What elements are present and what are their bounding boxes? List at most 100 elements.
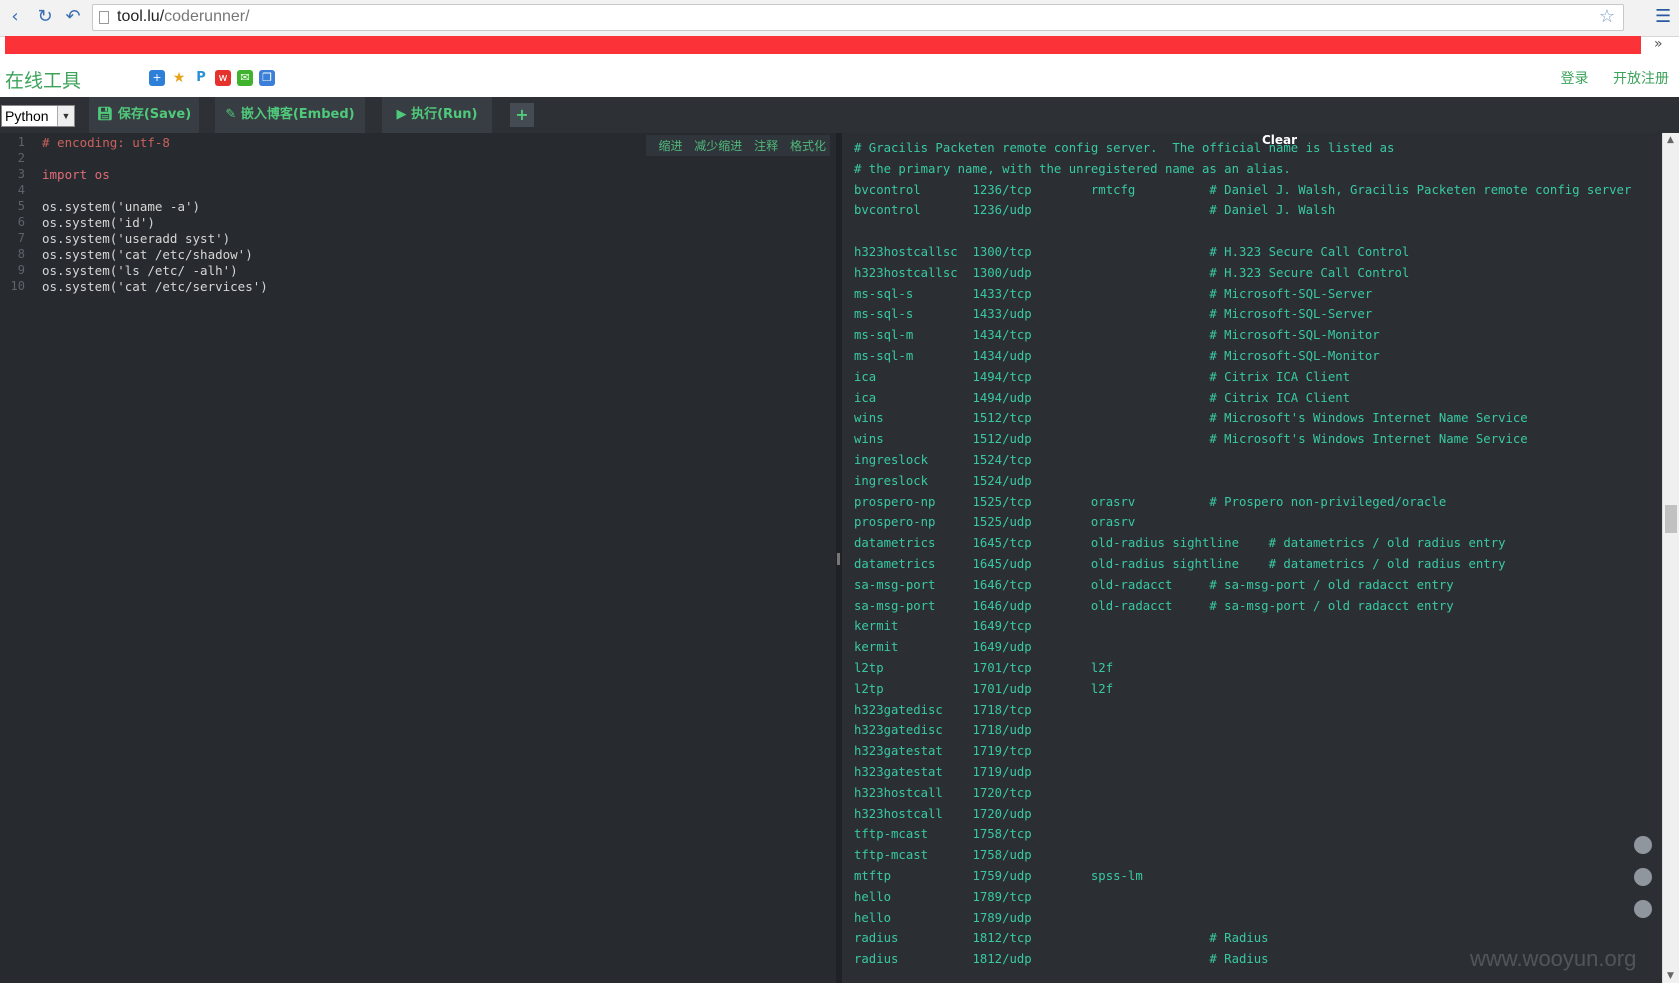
run-button[interactable]: ▶ 执行(Run) — [382, 97, 492, 133]
output-line: hello 1789/tcp — [854, 889, 1032, 904]
undo-icon[interactable]: ↶ — [62, 6, 84, 28]
page-icon — [99, 11, 109, 24]
embed-label: 嵌入博客(Embed) — [240, 107, 355, 122]
output-scrollbar[interactable]: ▲ ▼ — [1662, 133, 1679, 983]
code-line[interactable]: os.system('uname -a') — [42, 199, 200, 214]
output-line: h323hostcall 1720/udp — [854, 806, 1032, 821]
output-line: ms-sql-m 1434/udp # Microsoft-SQL-Monito… — [854, 349, 1380, 363]
url-host: tool.lu/ — [117, 8, 165, 25]
line-number: 3 — [17, 167, 25, 181]
code-editor[interactable]: 1 2 3 4 5 6 7 8 9 10 # encoding: utf-8 i… — [0, 133, 836, 983]
header-links: 登录 开放注册 — [1541, 68, 1669, 88]
play-icon: ▶ — [396, 107, 412, 122]
code-line[interactable]: os.system('cat /etc/shadow') — [42, 247, 253, 262]
login-link[interactable]: 登录 — [1561, 71, 1589, 87]
floating-share-icons — [1634, 836, 1654, 932]
code-line[interactable]: os.system('useradd syst') — [42, 231, 230, 246]
register-link[interactable]: 开放注册 — [1613, 71, 1669, 87]
clear-button[interactable]: Clear — [1262, 133, 1297, 147]
output-line: kermit 1649/udp — [854, 640, 1032, 655]
back-icon[interactable]: ‹ — [4, 6, 26, 28]
divider-grip[interactable] — [837, 553, 840, 565]
save-icon: 💾︎ — [96, 107, 118, 122]
line-number: 4 — [17, 183, 25, 197]
output-line: h323hostcall 1720/tcp — [854, 785, 1032, 800]
code-line[interactable]: import os — [42, 167, 110, 182]
output-line: h323gatestat 1719/udp — [854, 765, 1032, 779]
format-button[interactable]: 格式化 — [790, 139, 826, 153]
output-line: l2tp 1701/tcp l2f — [854, 661, 1114, 675]
output-line: ms-sql-s 1433/udp # Microsoft-SQL-Server — [854, 307, 1373, 322]
share-p-icon[interactable]: P — [193, 70, 209, 86]
output-line: h323hostcallsc 1300/tcp # H.323 Secure C… — [854, 245, 1410, 259]
code-line[interactable]: os.system('id') — [42, 215, 155, 230]
embed-button[interactable]: ✎ 嵌入博客(Embed) — [215, 97, 365, 133]
output-line: bvcontrol 1236/tcp rmtcfg # Daniel J. Wa… — [854, 182, 1632, 197]
weibo-icon[interactable]: w — [215, 70, 231, 86]
scroll-up-icon[interactable]: ▲ — [1667, 135, 1674, 145]
output-line: ica 1494/tcp # Citrix ICA Client — [854, 369, 1351, 384]
wechat-icon[interactable]: ✉ — [237, 70, 253, 86]
language-select[interactable]: Python ▼ — [1, 105, 75, 127]
output-line: kermit 1649/tcp — [854, 619, 1032, 634]
github-icon[interactable] — [1634, 900, 1652, 918]
scroll-thumb[interactable] — [1665, 505, 1677, 533]
output-line: mtftp 1759/udp spss-lm — [854, 869, 1143, 883]
output-line: tftp-mcast 1758/tcp — [854, 827, 1032, 842]
output-line: sa-msg-port 1646/udp old-radacct # sa-ms… — [854, 598, 1454, 613]
weibo-float-icon[interactable] — [1634, 868, 1652, 886]
chevron-down-icon[interactable]: ▼ — [57, 106, 74, 126]
output-line: wins 1512/udp # Microsoft's Windows Inte… — [854, 432, 1528, 447]
url-text: tool.lu/coderunner/ — [117, 8, 250, 26]
line-number: 10 — [10, 279, 25, 293]
line-number: 5 — [17, 199, 25, 213]
copy-icon[interactable]: ❐ — [259, 70, 275, 86]
output-line: ms-sql-m 1434/tcp # Microsoft-SQL-Monito… — [854, 328, 1380, 343]
watermark: www.wooyun.org — [1470, 946, 1637, 971]
save-label: 保存(Save) — [117, 107, 192, 122]
code-line[interactable]: # encoding: utf-8 — [42, 135, 170, 150]
browser-toolbar: ‹ ↻ ↶ tool.lu/coderunner/ ☆ ☰ — [0, 0, 1679, 37]
editor-tools: 缩进 减少缩进 注释 格式化 — [646, 135, 830, 156]
code-line[interactable]: os.system('ls /etc/ -alh') — [42, 263, 238, 278]
output-line: ica 1494/udp # Citrix ICA Client — [854, 390, 1351, 405]
share-plus-icon[interactable]: + — [149, 70, 165, 86]
address-bar[interactable]: tool.lu/coderunner/ ☆ — [92, 4, 1624, 31]
line-number: 6 — [17, 215, 25, 229]
indent-button[interactable]: 缩进 — [658, 139, 682, 153]
line-number: 2 — [17, 151, 25, 165]
favorite-star-icon[interactable]: ★ — [171, 70, 187, 86]
output-line: h323gatedisc 1718/udp — [854, 723, 1032, 738]
save-button[interactable]: 💾︎ 保存(Save) — [89, 97, 199, 133]
browser-menu-icon[interactable]: ☰ — [1655, 6, 1671, 27]
add-button[interactable]: + — [510, 103, 534, 127]
url-path: coderunner/ — [164, 8, 250, 25]
red-banner[interactable] — [5, 36, 1641, 54]
output-line: ingreslock 1524/tcp — [854, 453, 1032, 467]
output-line: h323hostcallsc 1300/udp # H.323 Secure C… — [854, 265, 1410, 280]
line-number: 9 — [17, 263, 25, 277]
editor-toolbar: Python ▼ 💾︎ 保存(Save) ✎ 嵌入博客(Embed) ▶ 执行(… — [0, 97, 1679, 134]
output-line: tftp-mcast 1758/udp — [854, 848, 1032, 863]
site-title[interactable]: 在线工具 — [5, 66, 81, 93]
comment-button[interactable]: 注释 — [754, 139, 778, 153]
output-line: l2tp 1701/udp l2f — [854, 681, 1114, 696]
output-line: # Gracilis Packeten remote config server… — [854, 141, 1395, 155]
bookmarks-overflow-icon[interactable]: » — [1654, 36, 1663, 52]
outdent-button[interactable]: 减少缩进 — [694, 139, 742, 153]
line-number-gutter: 1 2 3 4 5 6 7 8 9 10 — [0, 133, 30, 983]
output-line: radius 1812/udp # Radius — [854, 952, 1269, 967]
scroll-down-icon[interactable]: ▼ — [1667, 971, 1674, 981]
output-line: prospero-np 1525/tcp orasrv # Prospero n… — [854, 494, 1447, 509]
output-line: h323gatestat 1719/tcp — [854, 744, 1032, 759]
refresh-icon[interactable]: ↻ — [34, 6, 56, 28]
code-line[interactable]: os.system('cat /etc/services') — [42, 279, 268, 294]
output-line: hello 1789/udp — [854, 910, 1032, 925]
output-panel: # Gracilis Packeten remote config server… — [842, 133, 1662, 983]
bookmark-star-icon[interactable]: ☆ — [1599, 6, 1615, 27]
site-header: 在线工具 + ★ P w ✉ ❐ 登录 开放注册 — [0, 56, 1679, 97]
qq-icon[interactable] — [1634, 836, 1652, 854]
output-line: prospero-np 1525/udp orasrv — [854, 515, 1136, 530]
output-line: bvcontrol 1236/udp # Daniel J. Walsh — [854, 203, 1336, 218]
output-line: ms-sql-s 1433/tcp # Microsoft-SQL-Server — [854, 286, 1373, 301]
